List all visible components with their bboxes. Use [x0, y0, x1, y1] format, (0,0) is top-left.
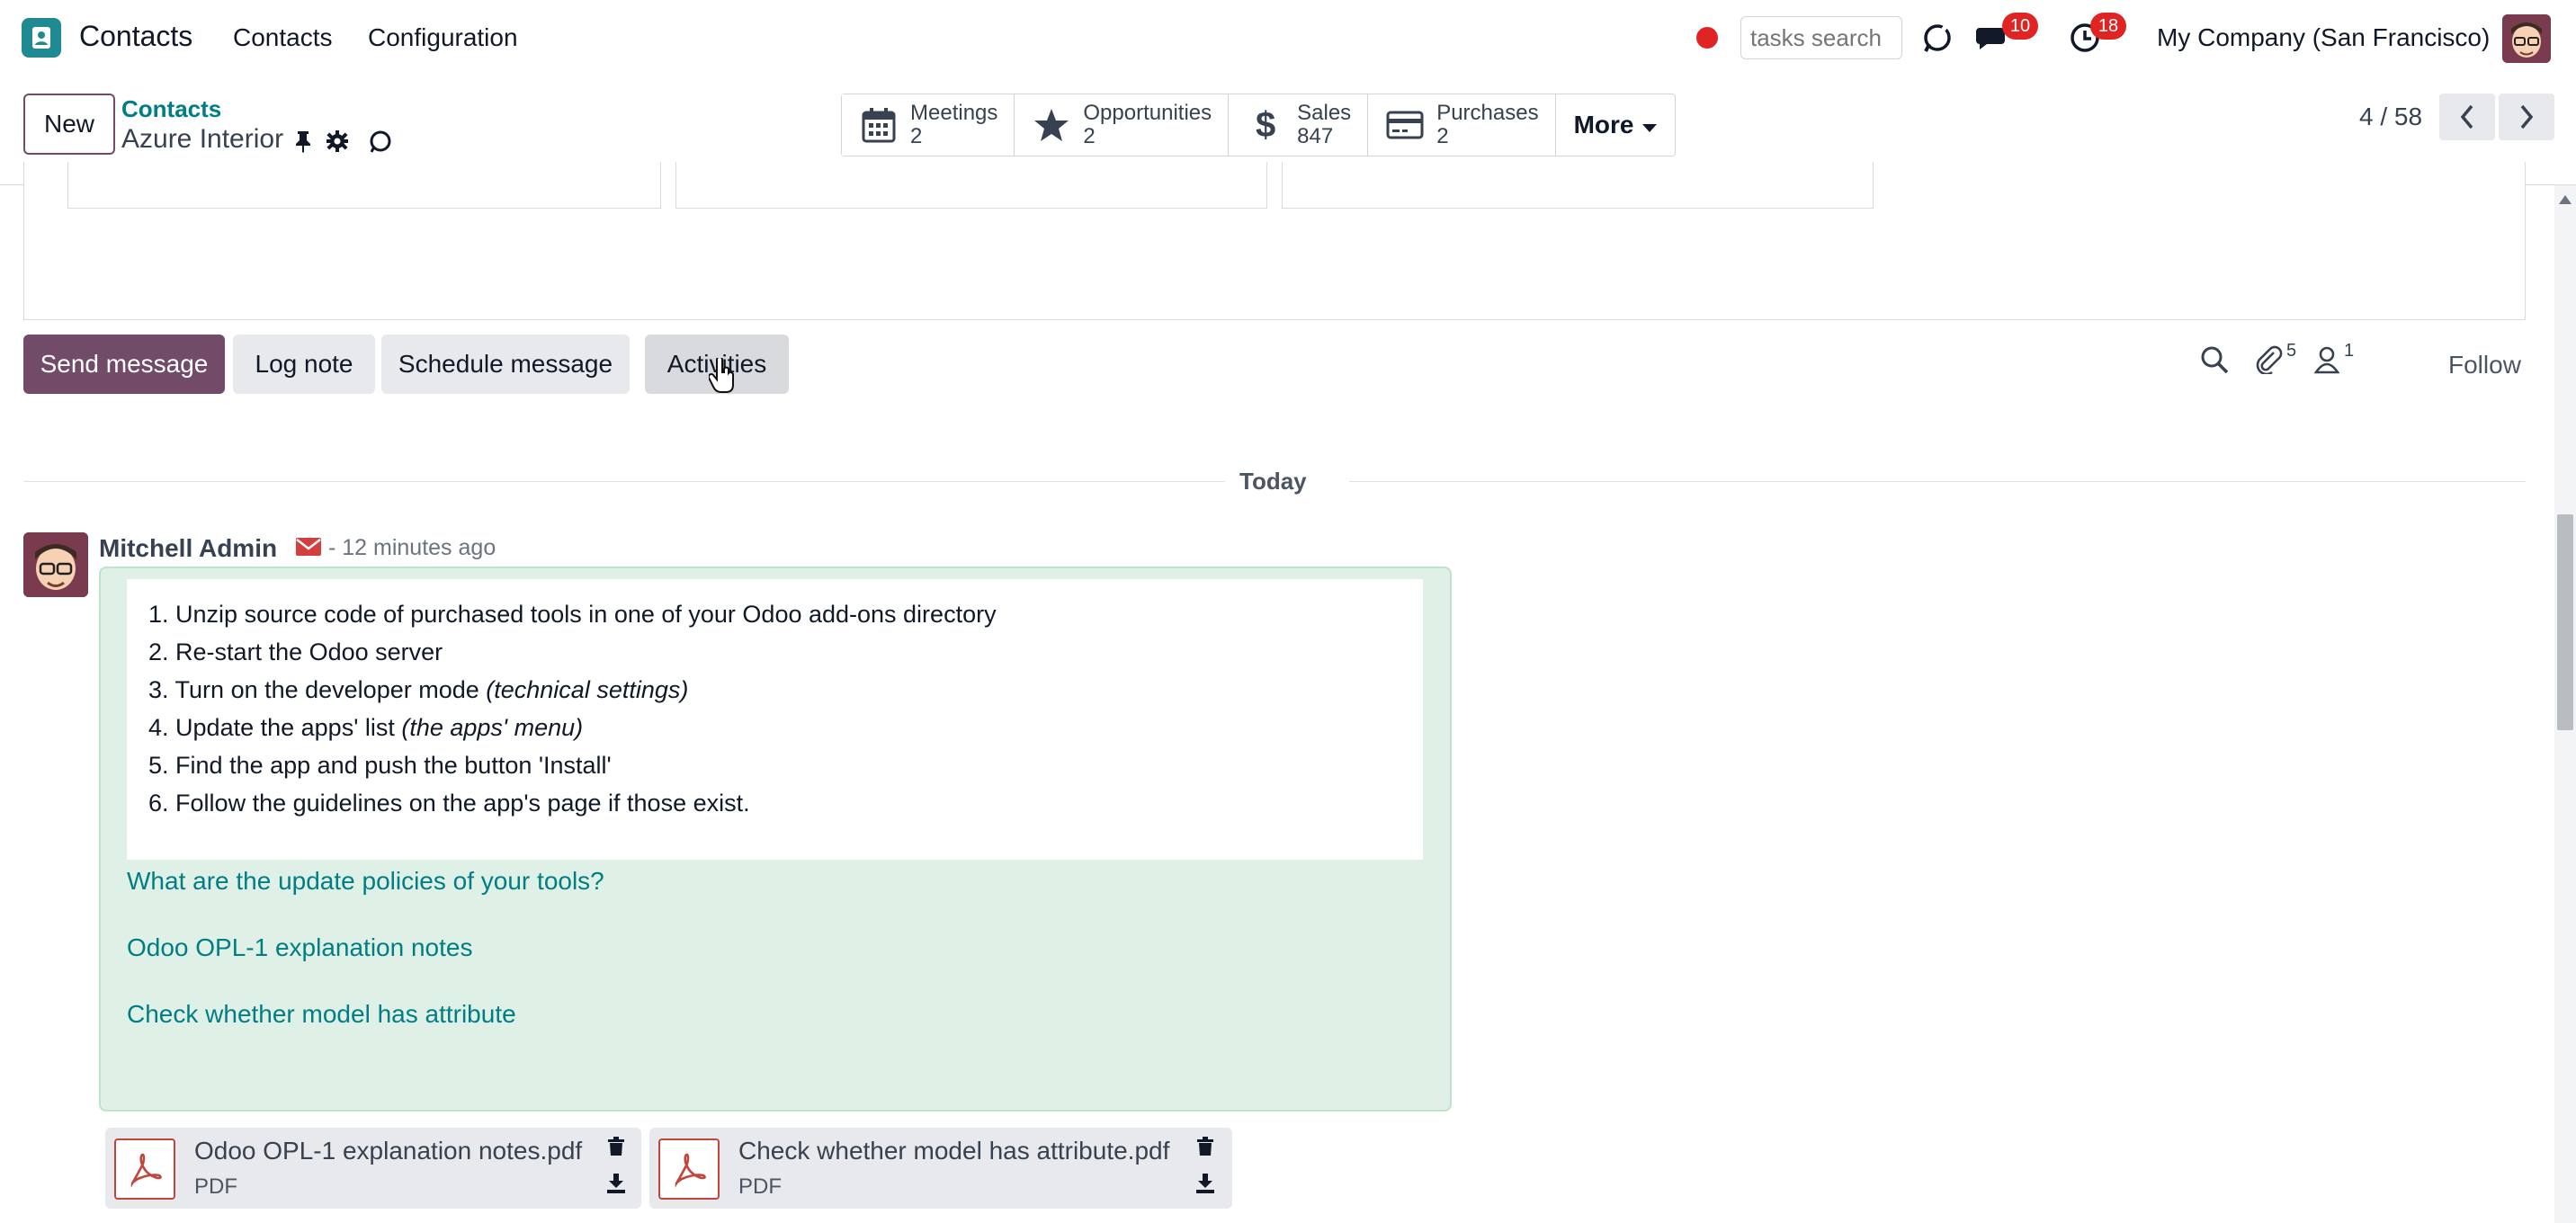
opportunities-label: Opportunities — [1083, 101, 1212, 125]
refresh-icon[interactable] — [1919, 20, 1955, 56]
send-message-button[interactable]: Send message — [23, 335, 225, 394]
discard-refresh-icon[interactable] — [367, 128, 394, 155]
chevron-left-icon — [2460, 104, 2473, 129]
credit-card-icon — [1386, 106, 1424, 144]
app-name[interactable]: Contacts — [79, 20, 192, 53]
messages-badge: 10 — [2002, 13, 2038, 40]
sales-smart-button[interactable]: $ Sales 847 — [1229, 94, 1369, 156]
attachment-type: PDF — [738, 1174, 782, 1199]
meetings-label: Meetings — [910, 101, 998, 125]
list-item: 1. Unzip source code of purchased tools … — [148, 601, 997, 628]
sales-label: Sales — [1297, 101, 1352, 125]
schedule-message-button[interactable]: Schedule message — [381, 335, 630, 394]
followers-button[interactable]: 1 — [2313, 341, 2354, 374]
attachment-card[interactable]: Check whether model has attribute.pdf PD… — [649, 1128, 1232, 1209]
log-note-button[interactable]: Log note — [233, 335, 375, 394]
message-instructions: 1. Unzip source code of purchased tools … — [127, 579, 1423, 860]
pdf-icon — [114, 1138, 175, 1200]
attachment-name: Odoo OPL-1 explanation notes.pdf — [194, 1137, 583, 1165]
contact-card[interactable] — [1282, 162, 1874, 209]
attachments-count: 5 — [2286, 340, 2297, 361]
calendar-icon — [860, 106, 898, 144]
search-icon[interactable] — [2200, 345, 2229, 374]
purchases-smart-button[interactable]: Purchases 2 — [1368, 94, 1556, 156]
pin-icon[interactable] — [290, 128, 317, 155]
meetings-count: 2 — [910, 124, 923, 148]
separator-line — [23, 481, 1225, 482]
attachments-button[interactable]: 5 — [2254, 341, 2296, 374]
menu-contacts[interactable]: Contacts — [233, 23, 333, 52]
more-dropdown[interactable]: More — [1556, 94, 1676, 156]
caret-down-icon — [1642, 111, 1658, 139]
opl-notes-link[interactable]: Odoo OPL-1 explanation notes — [127, 933, 472, 962]
contacts-app-icon[interactable] — [22, 18, 61, 58]
breadcrumb-contacts-link[interactable]: Contacts — [121, 95, 221, 123]
pager-value[interactable]: 4 / 58 — [2359, 103, 2422, 131]
date-separator: Today — [1239, 468, 1307, 495]
dollar-icon: $ — [1256, 104, 1276, 145]
model-attribute-link[interactable]: Check whether model has attribute — [127, 1000, 516, 1029]
breadcrumb-current: Azure Interior — [121, 124, 284, 154]
list-item: 4. Update the apps' list (the apps' menu… — [148, 714, 584, 741]
recording-indicator-icon — [1696, 27, 1718, 49]
pdf-icon — [658, 1138, 720, 1200]
attachment-type: PDF — [194, 1174, 237, 1199]
followers-count: 1 — [2344, 340, 2355, 361]
tasks-search-input[interactable] — [1740, 16, 1902, 59]
list-item: 3. Turn on the developer mode (technical… — [148, 676, 689, 703]
follow-button[interactable]: Follow — [2448, 351, 2521, 379]
hand-pointer-cursor-icon — [707, 356, 736, 394]
separator-line — [1349, 481, 2526, 482]
pager-previous-button[interactable] — [2439, 94, 2495, 140]
opportunities-count: 2 — [1083, 124, 1096, 148]
trash-icon[interactable] — [607, 1137, 627, 1158]
list-item: 2. Re-start the Odoo server — [148, 638, 443, 665]
list-item: 6. Follow the guidelines on the app's pa… — [148, 790, 750, 817]
attachment-card[interactable]: Odoo OPL-1 explanation notes.pdf PDF — [105, 1128, 641, 1209]
trash-icon[interactable] — [1196, 1137, 1216, 1158]
pager-next-button[interactable] — [2499, 94, 2554, 140]
meetings-smart-button[interactable]: Meetings 2 — [842, 94, 1015, 156]
author-avatar[interactable] — [23, 532, 88, 597]
top-navbar: Contacts Contacts Configuration 10 18 My… — [0, 0, 2576, 77]
user-avatar[interactable] — [2502, 14, 2551, 63]
new-button[interactable]: New — [23, 94, 115, 155]
user-icon — [2313, 346, 2340, 374]
opportunities-smart-button[interactable]: Opportunities 2 — [1015, 94, 1230, 156]
attachment-name: Check whether model has attribute.pdf — [738, 1137, 1170, 1165]
scroll-up-arrow-icon[interactable] — [2559, 192, 2572, 209]
envelope-icon — [295, 536, 322, 562]
paperclip-icon — [2256, 345, 2283, 374]
list-item: 5. Find the app and push the button 'Ins… — [148, 752, 612, 779]
more-label: More — [1573, 111, 1634, 138]
sales-count: 847 — [1297, 124, 1334, 148]
download-icon[interactable] — [1195, 1173, 1217, 1196]
smart-buttons: Meetings 2 Opportunities 2 $ Sales 847 P… — [841, 94, 1677, 156]
chevron-right-icon — [2520, 104, 2534, 129]
purchases-count: 2 — [1436, 124, 1449, 148]
purchases-label: Purchases — [1436, 101, 1539, 125]
gear-icon[interactable] — [324, 128, 351, 155]
contact-card[interactable] — [675, 162, 1267, 209]
activities-badge: 18 — [2090, 13, 2126, 40]
menu-configuration[interactable]: Configuration — [368, 23, 518, 52]
scrollbar-thumb[interactable] — [2557, 514, 2573, 730]
update-policies-link[interactable]: What are the update policies of your too… — [127, 867, 604, 896]
company-switcher[interactable]: My Company (San Francisco) — [2157, 23, 2490, 52]
instruction-list: 1. Unzip source code of purchased tools … — [127, 595, 1423, 822]
message-timestamp: - 12 minutes ago — [328, 535, 496, 560]
star-icon — [1033, 106, 1070, 144]
message-author[interactable]: Mitchell Admin — [99, 534, 277, 563]
contact-card[interactable] — [67, 162, 661, 209]
download-icon[interactable] — [606, 1173, 628, 1196]
